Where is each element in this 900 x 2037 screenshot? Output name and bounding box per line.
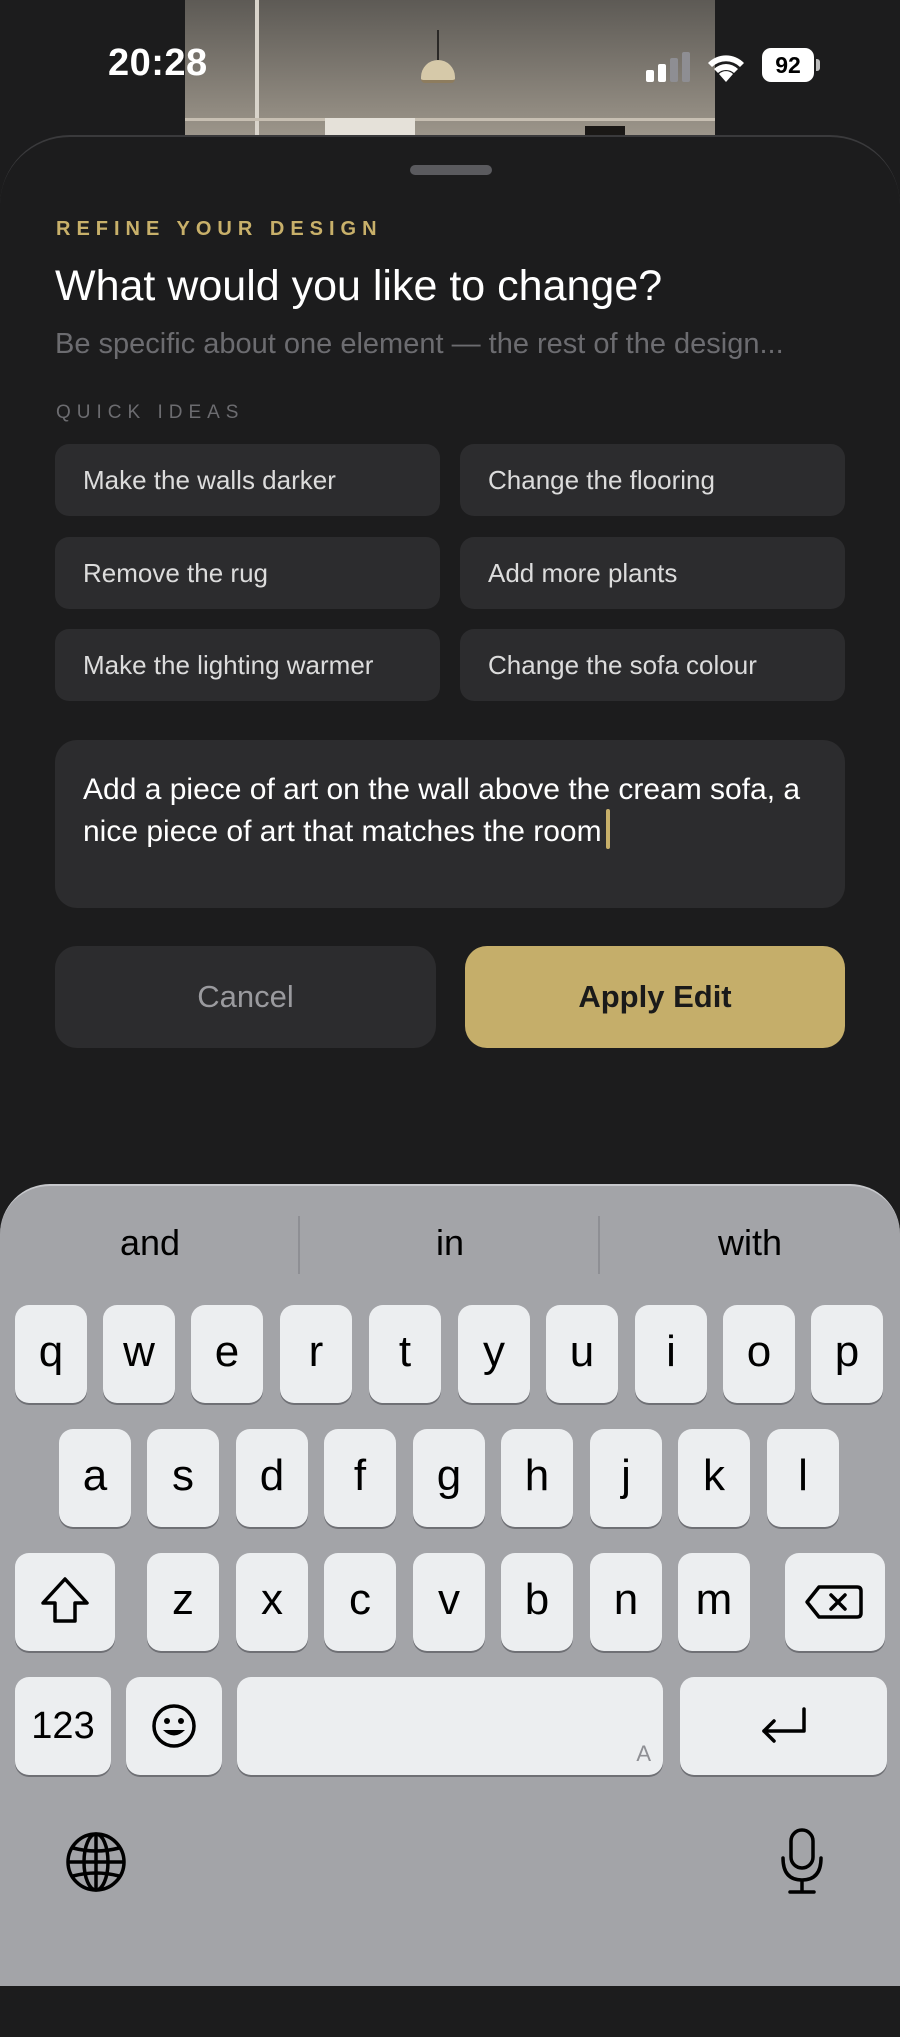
key-h[interactable]: h <box>501 1429 573 1527</box>
suggestion-and[interactable]: and <box>0 1222 300 1264</box>
key-v[interactable]: v <box>413 1553 485 1651</box>
emoji-key[interactable] <box>126 1677 222 1775</box>
key-o[interactable]: o <box>723 1305 795 1403</box>
edit-text-input[interactable]: Add a piece of art on the wall above the… <box>55 740 845 908</box>
globe-icon[interactable] <box>64 1830 128 1894</box>
key-w[interactable]: w <box>103 1305 175 1403</box>
suggestion-with[interactable]: with <box>600 1222 900 1264</box>
key-i[interactable]: i <box>635 1305 707 1403</box>
battery-level: 92 <box>762 48 814 82</box>
key-a[interactable]: a <box>59 1429 131 1527</box>
key-s[interactable]: s <box>147 1429 219 1527</box>
space-key[interactable]: A <box>237 1677 663 1775</box>
suggestion-in[interactable]: in <box>300 1222 600 1264</box>
key-l[interactable]: l <box>767 1429 839 1527</box>
delete-key[interactable] <box>785 1553 885 1651</box>
status-time: 20:28 <box>108 42 208 84</box>
key-u[interactable]: u <box>546 1305 618 1403</box>
shift-key[interactable] <box>15 1553 115 1651</box>
quick-ideas-label: QUICK IDEAS <box>56 402 245 423</box>
cancel-button[interactable]: Cancel <box>55 946 436 1048</box>
sheet-title: What would you like to change? <box>55 262 663 310</box>
quick-idea-chip[interactable]: Add more plants <box>460 537 845 609</box>
backspace-icon <box>805 1585 863 1619</box>
key-c[interactable]: c <box>324 1553 396 1651</box>
return-icon <box>762 1707 806 1743</box>
key-z[interactable]: z <box>147 1553 219 1651</box>
key-f[interactable]: f <box>324 1429 396 1527</box>
sheet-drag-handle[interactable] <box>410 165 492 175</box>
cellular-signal-icon <box>646 52 692 82</box>
edit-text-value: Add a piece of art on the wall above the… <box>83 773 801 848</box>
shift-icon <box>41 1577 89 1623</box>
emoji-icon <box>152 1704 196 1748</box>
key-n[interactable]: n <box>590 1553 662 1651</box>
quick-idea-chip[interactable]: Make the walls darker <box>55 444 440 516</box>
sheet-subtitle: Be specific about one element — the rest… <box>55 328 784 360</box>
text-caret <box>605 809 610 849</box>
status-bar: 20:28 92 <box>0 0 900 130</box>
key-q[interactable]: q <box>15 1305 87 1403</box>
key-y[interactable]: y <box>458 1305 530 1403</box>
key-m[interactable]: m <box>678 1553 750 1651</box>
quick-idea-chip[interactable]: Make the lighting warmer <box>55 629 440 701</box>
wifi-icon <box>708 55 744 82</box>
key-d[interactable]: d <box>236 1429 308 1527</box>
key-r[interactable]: r <box>280 1305 352 1403</box>
key-b[interactable]: b <box>501 1553 573 1651</box>
key-g[interactable]: g <box>413 1429 485 1527</box>
key-t[interactable]: t <box>369 1305 441 1403</box>
microphone-icon[interactable] <box>778 1826 826 1898</box>
space-hint: A <box>636 1741 651 1766</box>
battery-icon: 92 <box>762 48 820 82</box>
numbers-key[interactable]: 123 <box>15 1677 111 1775</box>
quick-idea-chip[interactable]: Change the sofa colour <box>460 629 845 701</box>
sheet-eyebrow: REFINE YOUR DESIGN <box>56 218 383 240</box>
key-p[interactable]: p <box>811 1305 883 1403</box>
quick-idea-chip[interactable]: Remove the rug <box>55 537 440 609</box>
key-k[interactable]: k <box>678 1429 750 1527</box>
on-screen-keyboard: and in with q w e r t y u i o p a s d f … <box>0 1184 900 1986</box>
key-x[interactable]: x <box>236 1553 308 1651</box>
apply-edit-button[interactable]: Apply Edit <box>465 946 845 1048</box>
key-e[interactable]: e <box>191 1305 263 1403</box>
quick-idea-chip[interactable]: Change the flooring <box>460 444 845 516</box>
return-key[interactable] <box>680 1677 887 1775</box>
key-j[interactable]: j <box>590 1429 662 1527</box>
